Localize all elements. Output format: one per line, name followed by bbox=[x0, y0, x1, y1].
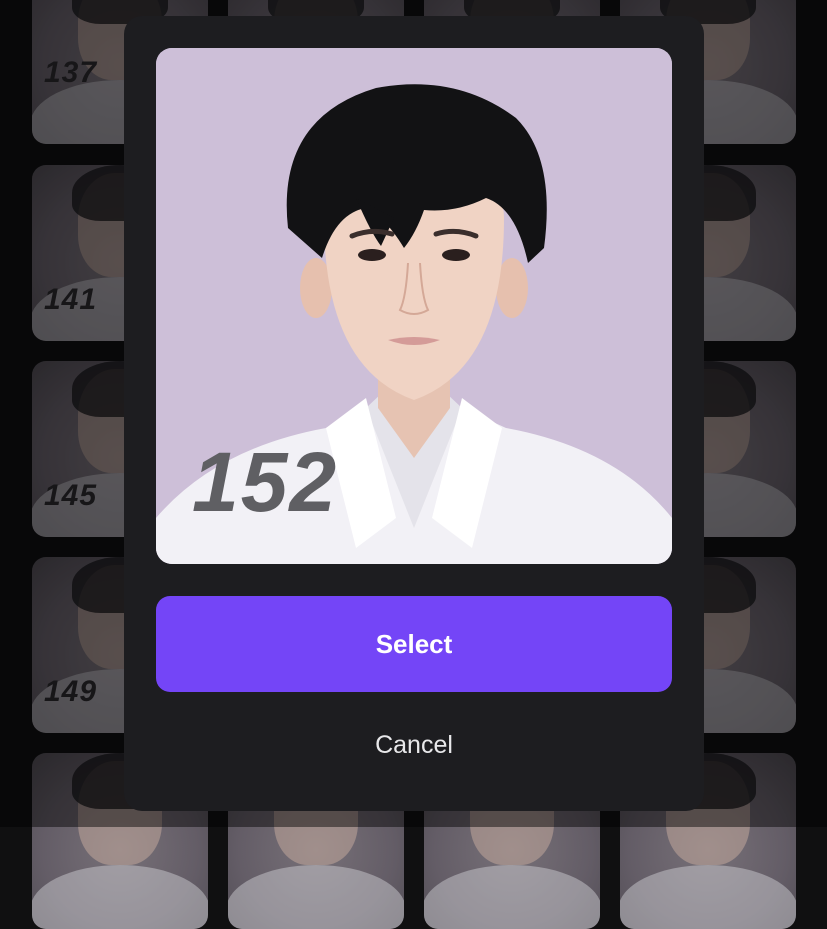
candidate-select-dialog: 152 Select Cancel bbox=[124, 16, 704, 811]
candidate-photo: 152 bbox=[156, 48, 672, 564]
cancel-button[interactable]: Cancel bbox=[156, 720, 672, 770]
candidate-number-label: 152 bbox=[192, 435, 339, 529]
select-button[interactable]: Select bbox=[156, 596, 672, 692]
